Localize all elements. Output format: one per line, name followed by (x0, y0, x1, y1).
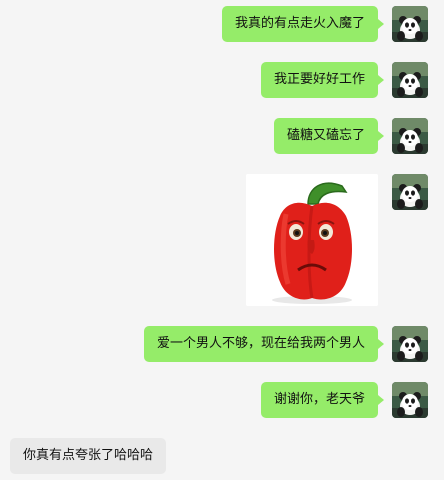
message-bubble-7[interactable]: 你真有点夸张了哈哈哈 (10, 438, 167, 474)
chat-message-list: 我真的有点走火入魔了 我正要好好工作 磕糖又磕忘了 爱一个男人不够，现在给我两个… (0, 0, 444, 480)
message-bubble-5[interactable]: 爱一个男人不够，现在给我两个男人 (143, 326, 385, 362)
message-bubble-2[interactable]: 我正要好好工作 (260, 62, 385, 98)
panda-avatar-icon[interactable] (392, 6, 428, 42)
panda-avatar-icon[interactable] (392, 118, 428, 154)
message-bubble-3[interactable]: 磕糖又磕忘了 (273, 118, 385, 154)
panda-avatar-icon[interactable] (392, 174, 428, 210)
message-bubble-1[interactable]: 我真的有点走火入魔了 (221, 6, 385, 42)
panda-avatar-icon[interactable] (392, 382, 428, 418)
panda-avatar-icon[interactable] (392, 62, 428, 98)
pepper-sticker-image[interactable] (246, 174, 378, 306)
message-bubble-6[interactable]: 谢谢你，老天爷 (260, 382, 385, 418)
panda-avatar-icon[interactable] (392, 326, 428, 362)
red-bell-pepper-face-icon (246, 174, 378, 306)
